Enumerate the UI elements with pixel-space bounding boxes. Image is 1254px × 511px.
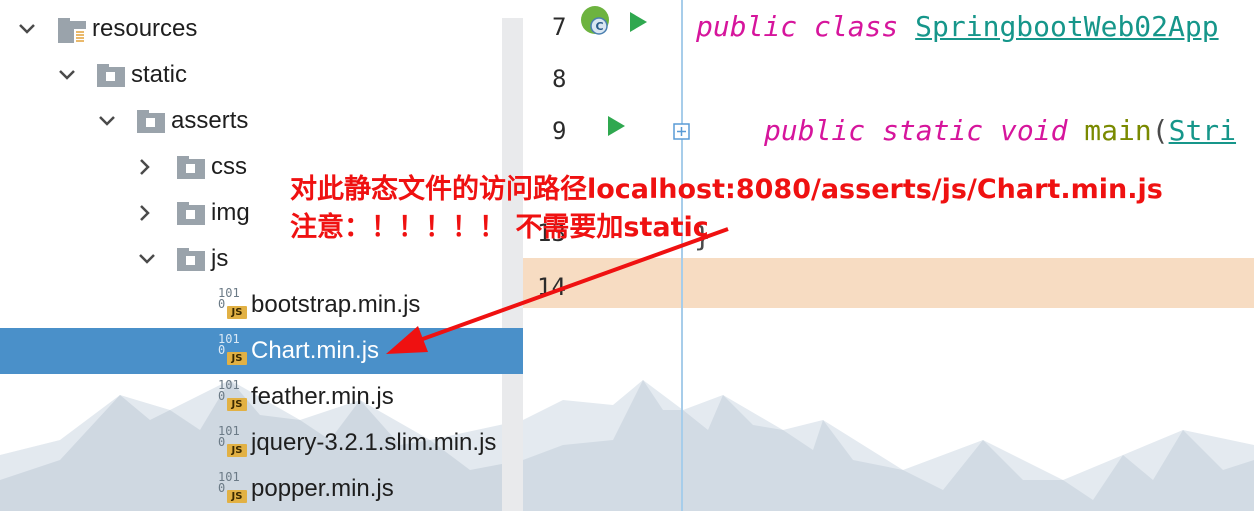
resources-folder-icon xyxy=(57,17,89,50)
tree-item-label: Chart.min.js xyxy=(251,337,380,364)
chevron-down-icon[interactable] xyxy=(94,98,120,144)
js-file-icon: 101 0 JS xyxy=(218,425,250,460)
run-icon[interactable] xyxy=(627,10,649,34)
tree-item-label: static xyxy=(131,61,188,88)
tree-item-jquery-slim-min-js[interactable]: 101 0 JS jquery-3.2.1.slim.min.js xyxy=(0,420,523,466)
tree-item-bootstrap-min-js[interactable]: 101 0 JS bootstrap.min.js xyxy=(0,282,523,328)
js-file-icon: 101 0 JS xyxy=(218,471,250,506)
tree-item-label: img xyxy=(211,199,250,226)
js-icon-badge: JS xyxy=(227,444,247,457)
chevron-right-icon[interactable] xyxy=(132,190,158,236)
tree-item-static[interactable]: static xyxy=(0,52,523,98)
run-icon[interactable] xyxy=(605,114,627,138)
folder-icon xyxy=(96,63,126,94)
js-icon-badge: JS xyxy=(227,352,247,365)
current-line-highlight xyxy=(523,258,1254,308)
tree-item-asserts[interactable]: asserts xyxy=(0,98,523,144)
gutter-separator xyxy=(681,0,683,511)
code-token: Stri xyxy=(1168,114,1237,147)
tree-item-label: css xyxy=(211,153,247,180)
folder-icon xyxy=(176,155,206,186)
code-token: ( xyxy=(1151,114,1169,147)
tree-item-chart-min-js[interactable]: 101 0 JS Chart.min.js xyxy=(0,328,523,374)
js-file-icon: 101 0 JS xyxy=(218,379,250,414)
fold-expand-icon[interactable] xyxy=(673,123,691,141)
tree-item-label: js xyxy=(211,245,229,272)
js-file-icon: 101 0 JS xyxy=(218,333,250,368)
svg-text:C: C xyxy=(596,20,604,33)
js-file-icon: 101 0 JS xyxy=(218,287,250,322)
tree-item-label: feather.min.js xyxy=(251,383,394,410)
project-tree-panel: resources static asserts css img js 101 … xyxy=(0,0,523,511)
chevron-down-icon[interactable] xyxy=(14,6,40,52)
code-editor[interactable]: 7 8 9 13 14 C public class SpringbootWeb… xyxy=(523,0,1254,511)
tree-item-label: jquery-3.2.1.slim.min.js xyxy=(251,429,497,456)
tree-item-label: bootstrap.min.js xyxy=(251,291,421,318)
line-number: 8 xyxy=(552,65,567,93)
spring-boot-run-icon[interactable]: C xyxy=(579,4,613,38)
code-token: SpringbootWeb02App xyxy=(915,10,1219,43)
annotation-line-1: 对此静态文件的访问路径localhost:8080/asserts/js/Cha… xyxy=(290,174,1163,205)
line-number: 9 xyxy=(552,117,567,145)
chevron-down-icon[interactable] xyxy=(54,52,80,98)
js-icon-badge: JS xyxy=(227,490,247,503)
tree-item-label: resources xyxy=(92,15,198,42)
code-line-7[interactable]: public class SpringbootWeb02App xyxy=(696,11,1219,43)
code-token: main xyxy=(1084,114,1152,147)
folder-icon xyxy=(176,201,206,232)
chevron-right-icon[interactable] xyxy=(132,144,158,190)
tree-item-resources[interactable]: resources xyxy=(0,6,523,52)
code-token: public static void xyxy=(764,114,1085,147)
folder-icon xyxy=(136,109,166,140)
chevron-down-icon[interactable] xyxy=(134,236,160,282)
tree-item-label: asserts xyxy=(171,107,249,134)
js-icon-badge: JS xyxy=(227,306,247,319)
folder-icon xyxy=(176,247,206,278)
tree-item-label: popper.min.js xyxy=(251,475,394,502)
tree-item-popper-min-js[interactable]: 101 0 JS popper.min.js xyxy=(0,466,523,511)
line-number: 14 xyxy=(537,273,566,301)
code-token: public class xyxy=(696,10,916,43)
background-mountain-image xyxy=(523,380,1254,511)
annotation-line-2: 注意：！！！！！ 不需要加static xyxy=(290,212,709,243)
code-line-9[interactable]: public static void main(Stri xyxy=(764,115,1236,147)
js-icon-badge: JS xyxy=(227,398,247,411)
tree-item-feather-min-js[interactable]: 101 0 JS feather.min.js xyxy=(0,374,523,420)
